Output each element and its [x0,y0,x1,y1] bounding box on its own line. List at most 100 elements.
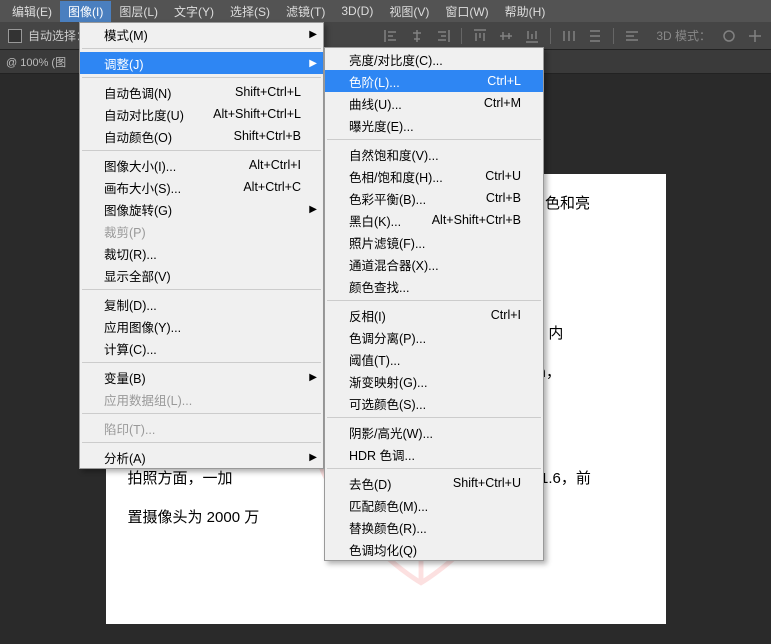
image-menu-item[interactable]: 自动颜色(O) Shift+Ctrl+B [80,125,323,147]
menu-item-label: 应用数据组(L)... [104,390,301,409]
adjustments-menu-item[interactable]: 渐变映射(G)... [325,370,543,392]
document-tab[interactable]: @ 100% (图 [6,54,66,70]
image-menu-item[interactable]: 自动色调(N)Shift+Ctrl+L [80,81,323,103]
adjustments-menu-item[interactable]: 通道混合器(X)... [325,253,543,275]
menu-item-label: 可选颜色(S)... [349,394,521,413]
menu-item-label: 复制(D)... [104,295,301,314]
align-right-icon[interactable] [435,28,451,44]
menu-item-label: 亮度/对比度(C)... [349,50,521,69]
menu-image[interactable]: 图像(I) [60,1,111,22]
mode3d-orbit-icon[interactable] [721,28,737,44]
adjustments-menu-item[interactable]: 反相(I)Ctrl+I [325,304,543,326]
menu-3d[interactable]: 3D(D) [333,2,381,20]
adjustments-menu-item[interactable]: 色相/饱和度(H)...Ctrl+U [325,165,543,187]
menu-window[interactable]: 窗口(W) [437,1,496,22]
adjustments-menu-item[interactable]: 可选颜色(S)... [325,392,543,414]
adjustments-menu-item[interactable]: 替换颜色(R)... [325,516,543,538]
menu-item-label: 自动颜色(O) [104,127,210,146]
adjustments-menu-item[interactable]: 去色(D) Shift+Ctrl+U [325,472,543,494]
menu-item-label: 阈值(T)... [349,350,521,369]
menu-item-label: 反相(I) [349,306,467,325]
image-menu-item[interactable]: 自动对比度(U)Alt+Shift+Ctrl+L [80,103,323,125]
menu-item-label: HDR 色调... [349,445,521,464]
menu-edit[interactable]: 编辑(E) [4,1,60,22]
image-menu-item[interactable]: 计算(C)... [80,337,323,359]
image-menu-item[interactable]: 复制(D)... [80,293,323,315]
adjustments-menu-item[interactable]: 曝光度(E)... [325,114,543,136]
menu-item-shortcut: Alt+Shift+Ctrl+B [432,213,521,227]
page-text: 置摄像头为 2000 万 [128,509,260,526]
image-menu-item[interactable]: 变量(B) ▶ [80,366,323,388]
mode3d-pan-icon[interactable] [747,28,763,44]
align-top-icon[interactable] [472,28,488,44]
adjustments-menu-item[interactable]: 阈值(T)... [325,348,543,370]
image-menu-item[interactable]: 裁切(R)... [80,242,323,264]
image-menu-item[interactable]: 画布大小(S)...Alt+Ctrl+C [80,176,323,198]
menu-divider [82,77,321,78]
menu-item-label: 画布大小(S)... [104,178,219,197]
distribute-v-icon[interactable] [587,28,603,44]
adjustments-menu-item[interactable]: 匹配颜色(M)... [325,494,543,516]
adjustments-menu-item[interactable]: 曲线(U)...Ctrl+M [325,92,543,114]
menu-type[interactable]: 文字(Y) [166,1,222,22]
adjustments-menu-item[interactable]: 色调分离(P)... [325,326,543,348]
adjustments-menu-item[interactable]: 颜色查找... [325,275,543,297]
align-vcenter-icon[interactable] [498,28,514,44]
menu-item-label: 去色(D) [349,474,429,493]
adjustments-menu-item[interactable]: 阴影/高光(W)... [325,421,543,443]
menu-item-shortcut: Ctrl+L [487,74,521,88]
adjustments-menu-item[interactable]: 色调均化(Q) [325,538,543,560]
more-align-icon[interactable] [624,28,640,44]
adjustments-menu-item[interactable]: 色阶(L)... Ctrl+L [325,70,543,92]
menu-divider [82,362,321,363]
menu-filter[interactable]: 滤镜(T) [278,1,333,22]
menu-item-label: 色阶(L)... [349,72,463,91]
menu-item-label: 照片滤镜(F)... [349,233,521,252]
menu-item-shortcut: Ctrl+U [485,169,521,183]
menu-item-label: 图像旋转(G) [104,200,301,219]
menu-item-shortcut: Shift+Ctrl+L [235,85,301,99]
menu-item-shortcut: Alt+Shift+Ctrl+L [213,107,301,121]
menu-select[interactable]: 选择(S) [222,1,278,22]
image-menu-item[interactable]: 显示全部(V) [80,264,323,286]
image-menu-item[interactable]: 调整(J)▶ [80,52,323,74]
submenu-arrow-icon: ▶ [309,372,317,383]
menu-item-label: 色调均化(Q) [349,540,521,559]
menu-view[interactable]: 视图(V) [381,1,437,22]
menu-item-shortcut: Ctrl+B [486,191,521,205]
image-menu-item[interactable]: 图像旋转(G) ▶ [80,198,323,220]
auto-select-checkbox[interactable] [8,29,22,43]
menu-item-shortcut: Shift+Ctrl+B [234,129,301,143]
image-menu-item[interactable]: 分析(A)▶ [80,446,323,468]
distribute-h-icon[interactable] [561,28,577,44]
adjustments-menu-item[interactable]: 照片滤镜(F)... [325,231,543,253]
menu-item-label: 图像大小(I)... [104,156,225,175]
toolbar-separator [461,28,462,44]
adjustments-menu-item[interactable]: 自然饱和度(V)... [325,143,543,165]
image-menu-item: 裁剪(P) [80,220,323,242]
menu-item-label: 自然饱和度(V)... [349,145,521,164]
menu-item-shortcut: Shift+Ctrl+U [453,476,521,490]
submenu-arrow-icon: ▶ [309,204,317,215]
adjustments-menu-item[interactable]: 色彩平衡(B)...Ctrl+B [325,187,543,209]
menu-layer[interactable]: 图层(L) [111,1,166,22]
menu-divider [327,468,541,469]
menu-item-label: 黑白(K)... [349,211,408,230]
mode3d-label: 3D 模式： [656,27,711,44]
menu-item-shortcut: Ctrl+M [484,96,521,110]
menu-help[interactable]: 帮助(H) [497,1,554,22]
image-menu-dropdown: 模式(M)▶ 调整(J)▶ 自动色调(N)Shift+Ctrl+L自动对比度(U)A… [79,22,324,469]
image-menu-item[interactable]: 应用图像(Y)... [80,315,323,337]
adjustments-menu-item[interactable]: HDR 色调... [325,443,543,465]
image-menu-item[interactable]: 图像大小(I)...Alt+Ctrl+I [80,154,323,176]
submenu-arrow-icon: ▶ [309,58,317,69]
align-bottom-icon[interactable] [524,28,540,44]
menu-item-label: 变量(B) [104,368,301,387]
adjustments-menu-item[interactable]: 黑白(K)... Alt+Shift+Ctrl+B [325,209,543,231]
menu-item-label: 曝光度(E)... [349,116,521,135]
adjustments-menu-item[interactable]: 亮度/对比度(C)... [325,48,543,70]
align-left-icon[interactable] [383,28,399,44]
image-menu-item[interactable]: 模式(M)▶ [80,23,323,45]
align-center-icon[interactable] [409,28,425,44]
menu-item-label: 显示全部(V) [104,266,301,285]
